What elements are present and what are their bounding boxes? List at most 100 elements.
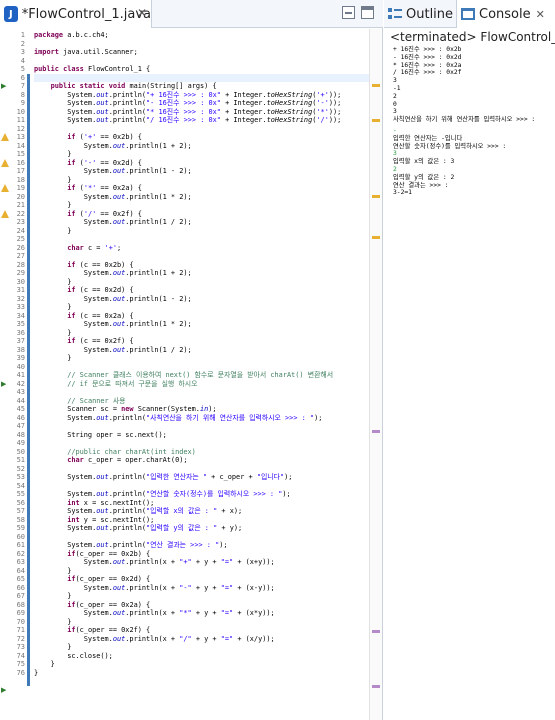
code-line[interactable]: char c_oper = oper.charAt(0); [34,456,187,465]
line-numbers: 1 2 3 4 5 6 7 8 9 10 11 12 13 14 15 16 17 18 19 20 21 22 23 24 2… [8,29,25,720]
line-number: 22 [16,209,25,218]
code-line[interactable]: char c = '+'; [34,244,121,253]
code-line[interactable]: public class FlowControl_1 { [34,65,150,74]
code-line[interactable]: // Scanner 사용 [34,397,125,406]
code-line[interactable]: int x = sc.nextInt(); [34,499,154,508]
overview-marker[interactable] [372,685,380,689]
line-number: 55 [16,490,25,498]
tab-outline-label: Outline [406,6,454,22]
marker-arrow-icon[interactable]: ▶ [1,82,6,90]
code-line[interactable]: System.out.println(1 * 2); [34,320,192,329]
code-line[interactable]: if(c_oper == 0x2a) { [34,601,150,610]
code-line[interactable]: System.out.println("입력한 연산자는 " + c_oper … [34,473,292,482]
code-line[interactable]: } [34,201,71,210]
code-line[interactable]: } [34,227,71,236]
code-line[interactable]: if ('/' == 0x2f) { [34,210,142,219]
console-line: - 16진수 >>> : 0x2d [393,53,462,61]
code-line[interactable]: if ('+' == 0x2b) { [34,133,142,142]
code-line[interactable]: String oper = sc.next(); [34,431,167,440]
code-line[interactable]: System.out.println("/ 16진수 >>> : 0x" + I… [34,116,341,125]
code-line[interactable]: // if 문으로 따져서 구문을 실행 하시오 [34,380,197,389]
code-line[interactable]: if ('*' == 0x2a) { [34,184,142,193]
maximize-icon[interactable] [361,6,374,19]
code-line[interactable]: public static void main(String[] args) { [34,82,217,91]
code-line[interactable]: } [34,278,71,287]
code-area[interactable]: package a.b.c.ch4; import java.util.Scann… [34,29,369,720]
code-line[interactable]: System.out.println("입력할 x의 값은 : " + x); [34,507,242,516]
code-line[interactable]: } [34,592,71,601]
code-line[interactable]: System.out.println("입력할 y의 값은 : " + y); [34,524,242,533]
code-line[interactable]: import java.util.Scanner; [34,48,138,57]
line-number: 64 [16,566,25,575]
line-number: 27 [16,252,25,260]
line-number: 52 [16,464,25,473]
code-line[interactable]: System.out.println("- 16진수 >>> : 0x" + I… [34,99,341,108]
line-number: 71 [16,626,25,634]
code-line[interactable]: //public char charAt(int index) [34,448,196,457]
code-line[interactable]: System.out.println(x + "+" + y + "=" + (… [34,558,275,567]
code-line[interactable]: } [34,618,71,627]
code-line[interactable]: int y = sc.nextInt(); [34,516,154,525]
code-line[interactable]: System.out.println(1 - 2); [34,295,192,304]
code-line[interactable]: System.out.println(1 / 2); [34,346,192,355]
code-line[interactable]: } [34,303,71,312]
code-line[interactable]: System.out.println(x + "*" + y + "=" + (… [34,609,275,618]
code-line[interactable]: } [34,643,71,652]
code-line[interactable]: } [34,329,71,338]
code-line[interactable]: if (c == 0x2f) { [34,337,133,346]
code-line[interactable]: System.out.println(x + "-" + y + "=" + (… [34,584,275,593]
close-icon[interactable]: ✕ [536,8,545,21]
code-line[interactable]: } [34,176,71,185]
code-line[interactable]: } [34,150,71,159]
close-icon[interactable]: ✕ [137,6,147,20]
marker-arrow-icon[interactable]: ▶ [1,380,6,388]
code-line[interactable]: System.out.println("사칙연산을 하기 위해 연산자를 입력하… [34,414,322,423]
console-line: / 16진수 >>> : 0x2f [393,69,462,77]
minimize-icon[interactable] [342,6,355,19]
code-line[interactable]: System.out.println(1 + 2); [34,269,192,278]
code-line[interactable]: if (c == 0x2b) { [34,261,133,270]
code-line[interactable]: System.out.println("연산할 숫자(정수)를 입력하시오 >>… [34,490,291,499]
line-number: 20 [16,192,25,201]
console-line: 3 [393,77,397,85]
line-number: 69 [16,609,25,617]
code-line[interactable]: System.out.println(1 + 2); [34,142,192,151]
overview-marker[interactable] [372,118,380,122]
tab-console[interactable]: Console ✕ [456,0,555,28]
code-line[interactable]: System.out.println("* 16진수 >>> : 0x" + I… [34,108,341,117]
overview-ruler[interactable] [369,29,382,720]
code-line[interactable]: System.out.println(1 - 2); [34,167,192,176]
code-line[interactable]: if(c_oper == 0x2b) { [34,550,150,559]
code-line[interactable]: if (c == 0x2d) { [34,286,133,295]
console-input-line: - [393,127,397,134]
code-line[interactable]: Scanner sc = new Scanner(System.in); [34,405,216,414]
overview-marker[interactable] [372,194,380,198]
code-line[interactable]: package a.b.c.ch4; [34,31,109,40]
marker-arrow-icon[interactable]: ▶ [1,686,6,694]
code-line[interactable]: // Scanner 클래스 이용하여 next() 함수로 문자열을 받아서 … [34,371,333,380]
code-line[interactable]: System.out.println(1 / 2); [34,218,192,227]
line-number: 17 [16,167,25,175]
tab-outline[interactable]: Outline [388,0,453,28]
code-line[interactable]: } [34,354,71,363]
overview-marker[interactable] [372,429,380,433]
code-line[interactable]: System.out.println(x + "/" + y + "=" + (… [34,635,275,644]
code-line[interactable]: if(c_oper == 0x2d) { [34,575,150,584]
code-line[interactable]: if ('-' == 0x2d) { [34,159,142,168]
line-number: 46 [16,413,25,422]
tab-flowcontrol-java[interactable]: J *FlowControl_1.java ✕ [0,0,152,28]
code-line[interactable]: } [34,660,55,669]
code-line[interactable]: } [34,567,71,576]
code-line[interactable]: } [34,669,38,678]
code-line[interactable]: if(c_oper == 0x2f) { [34,626,150,635]
code-line[interactable]: sc.close(); [34,652,113,661]
overview-marker[interactable] [372,236,380,240]
code-line[interactable]: System.out.println("연산 결과는 >>> : "); [34,541,227,550]
overview-marker[interactable] [372,84,380,88]
java-editor[interactable]: J *FlowControl_1.java ✕ ▶ ▶ ▶ 1 2 3 4 5 6 7 8 9 10 1… [0,0,383,720]
overview-marker[interactable] [372,630,380,634]
code-line[interactable]: if (c == 0x2a) { [34,312,133,321]
code-line[interactable]: System.out.println("+ 16진수 >>> : 0x" + I… [34,91,341,100]
code-line[interactable]: System.out.println(1 * 2); [34,193,192,202]
line-number: 59 [16,524,25,532]
